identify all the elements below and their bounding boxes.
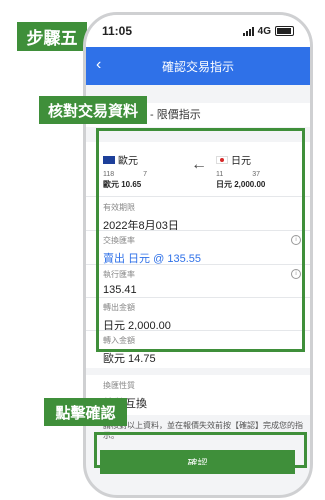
confirm-highlight-box [94,432,307,468]
status-bar: 11:05 4G [86,15,310,47]
battery-icon [275,26,294,36]
nature-label: 換匯性質 [103,381,135,390]
step-badge: 步驟五 [17,22,87,51]
nature-field: 換匯性質 外幣互換 [103,380,301,411]
back-arrow-icon[interactable]: ‹ [96,56,101,74]
nav-bar: ‹ 確認交易指示 [86,47,310,85]
nature-value: 外幣互換 [103,395,301,411]
in-amount-value: 歐元 14.75 [103,353,156,365]
status-time: 11:05 [102,24,133,38]
verify-highlight-box [96,128,305,352]
verify-callout: 核對交易資料 [39,96,147,124]
page-title: 確認交易指示 [161,59,234,74]
status-icons: 4G [242,25,294,37]
click-confirm-callout: 點擊確認 [44,398,127,426]
network-label: 4G [257,25,271,37]
signal-icon [242,26,254,36]
